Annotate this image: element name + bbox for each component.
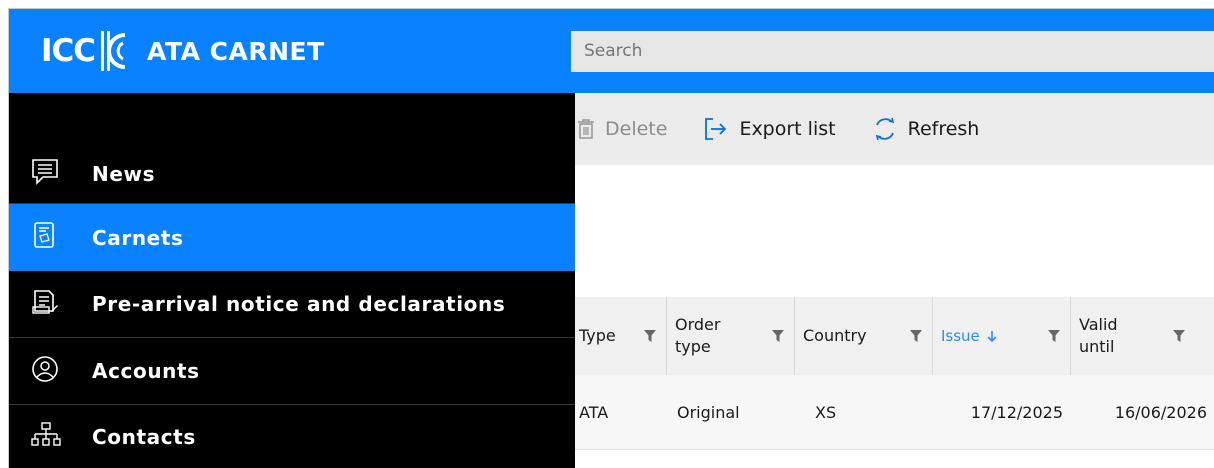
cell-issue-date: 17/12/2025 — [970, 402, 1063, 422]
filter-icon[interactable] — [772, 329, 784, 343]
sidebar-item-carnets[interactable]: Carnets — [9, 204, 575, 271]
logo-mark-icon — [99, 29, 127, 73]
filter-icon[interactable] — [1048, 329, 1060, 343]
action-toolbar: Delete Export list Refresh — [571, 93, 1214, 165]
sidebar-item-contacts[interactable]: Contacts — [9, 405, 575, 468]
column-header-valid-until[interactable]: Valid until — [1071, 297, 1214, 375]
column-header-type[interactable]: Type — [571, 297, 667, 375]
user-account-icon — [31, 355, 59, 388]
sidebar-item-label: Contacts — [92, 425, 196, 449]
export-list-button[interactable]: Export list — [703, 117, 836, 141]
refresh-button[interactable]: Refresh — [872, 116, 980, 142]
column-label: Order type — [675, 315, 721, 356]
chat-news-icon — [31, 158, 59, 191]
sidebar-item-pre-arrival[interactable]: Pre-arrival notice and declarations — [9, 271, 575, 337]
column-header-country[interactable]: Country — [795, 297, 933, 375]
app-logo[interactable]: ICC ATA CARNET — [41, 27, 325, 75]
column-label: Issue — [941, 327, 980, 345]
search-input[interactable] — [571, 31, 1214, 72]
filter-icon[interactable] — [1173, 329, 1185, 343]
table-row[interactable]: ATA Original XS 17/12/2025 16/06/2026 — [571, 375, 1214, 449]
cell-valid-until: 16/06/2026 — [1114, 402, 1207, 422]
sidebar-item-label: Accounts — [92, 359, 200, 383]
cell-type: ATA — [579, 402, 609, 422]
column-header-issue[interactable]: Issue — [933, 297, 1071, 375]
sidebar-item-label: Pre-arrival notice and declarations — [92, 292, 506, 316]
export-icon — [705, 118, 727, 140]
column-label: Type — [579, 326, 616, 345]
refresh-icon — [875, 117, 894, 141]
sidebar-item-label: News — [92, 162, 156, 186]
cell-order-type: Original — [677, 402, 740, 422]
sidebar-item-label: Carnets — [92, 225, 184, 250]
trash-icon — [578, 119, 594, 139]
sidebar-item-accounts[interactable]: Accounts — [9, 338, 575, 404]
logo-product-name: ATA CARNET — [147, 36, 325, 66]
filter-icon[interactable] — [910, 329, 922, 343]
export-list-label: Export list — [739, 118, 836, 140]
row-divider — [571, 449, 1214, 450]
sidebar-menu: News Carnets Pre-arrival notice and decl… — [9, 93, 575, 468]
column-header-order-type[interactable]: Order type — [667, 297, 795, 375]
delete-button[interactable]: Delete — [577, 118, 667, 140]
logo-icc-text: ICC — [41, 33, 96, 69]
refresh-label: Refresh — [907, 118, 980, 140]
declaration-document-icon — [31, 287, 59, 322]
sidebar-item-news[interactable]: News — [9, 145, 575, 203]
delete-label: Delete — [605, 118, 668, 140]
column-label: Valid until — [1079, 315, 1118, 356]
column-label: Country — [803, 326, 867, 345]
sort-descending-icon — [987, 331, 997, 343]
cell-country: XS — [815, 402, 837, 422]
carnet-document-icon — [31, 221, 57, 254]
org-chart-icon — [31, 421, 61, 454]
filter-icon[interactable] — [644, 329, 656, 343]
app-window: ICC ATA CARNET Delete — [8, 8, 1214, 468]
table-header: Type Order type Country Issue Valid unti… — [571, 297, 1214, 375]
